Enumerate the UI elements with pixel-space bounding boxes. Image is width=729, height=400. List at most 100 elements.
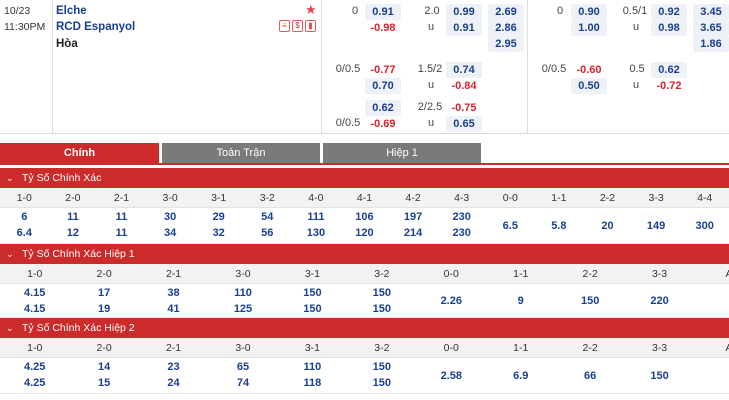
money-icon[interactable]: $	[292, 20, 303, 32]
h1-ou-line: 0.5	[629, 63, 645, 75]
h1-1x2-draw-odd[interactable]: 1.86	[693, 36, 729, 52]
star-icon[interactable]: ★	[305, 2, 317, 18]
score-odd[interactable]: 4.25	[0, 359, 69, 375]
section-header[interactable]: ⌄ Tỷ Số Chính Xác Hiệp 1	[0, 244, 729, 264]
score-odd[interactable]: 41	[139, 301, 208, 317]
ou-under-odd[interactable]: -0.84	[446, 78, 482, 94]
ou-over-odd[interactable]: 0.74	[446, 62, 482, 78]
tab-first-half[interactable]: Hiệp 1	[323, 143, 481, 163]
h1-hdp-away-odd[interactable]: 0.50	[571, 78, 607, 94]
score-odd[interactable]: 30	[146, 209, 195, 225]
score-odd[interactable]: 106	[340, 209, 389, 225]
score-odd[interactable]: 2.58	[417, 368, 486, 384]
score-odd[interactable]: 150	[278, 301, 347, 317]
score-odd[interactable]: 149	[632, 218, 681, 234]
score-odd[interactable]: 4.15	[0, 301, 69, 317]
score-odd[interactable]: 14	[69, 359, 138, 375]
score-odd[interactable]: 32	[194, 225, 243, 241]
score-odd[interactable]: 6.5	[486, 218, 535, 234]
score-odd[interactable]: 20	[583, 218, 632, 234]
score-odd[interactable]: 11	[49, 209, 98, 225]
score-odd[interactable]: 150	[278, 285, 347, 301]
chevron-down-icon[interactable]: ⌄	[6, 244, 14, 264]
ou-under-odd[interactable]: 0.91	[446, 20, 482, 36]
score-odd[interactable]: 17	[69, 285, 138, 301]
tab-main[interactable]: Chính	[0, 143, 159, 163]
h1-hdp-home-odd[interactable]: 0.90	[571, 4, 607, 20]
score-odd[interactable]: 15	[69, 375, 138, 391]
score-odd[interactable]: 130	[292, 225, 341, 241]
score-odd[interactable]: 110	[208, 285, 277, 301]
score-odd[interactable]: 110	[278, 359, 347, 375]
ou-under-odd[interactable]: 0.65	[446, 116, 482, 132]
score-odd[interactable]: 9	[486, 293, 555, 309]
score-odd[interactable]: 6	[0, 209, 49, 225]
stats-icon[interactable]: ≡	[279, 20, 290, 32]
hdp-away-odd[interactable]: -0.98	[365, 20, 401, 36]
score-odd[interactable]: 118	[278, 375, 347, 391]
chevron-down-icon[interactable]: ⌄	[6, 318, 14, 338]
1x2-draw-odd[interactable]: 2.95	[488, 36, 524, 52]
score-odd[interactable]: 56	[243, 225, 292, 241]
score-odd[interactable]: 111	[292, 209, 341, 225]
score-odd[interactable]: 230	[437, 209, 486, 225]
home-team[interactable]: Elche	[56, 5, 87, 17]
hdp-home-odd[interactable]: 0.91	[365, 4, 401, 20]
ou-over-odd[interactable]: 0.99	[446, 4, 482, 20]
section-header[interactable]: ⌄ Tỷ Số Chính Xác	[0, 168, 729, 188]
score-odd[interactable]: 54	[243, 209, 292, 225]
score-odd[interactable]: 125	[208, 301, 277, 317]
chevron-down-icon[interactable]: ⌄	[6, 168, 14, 188]
tab-full-match[interactable]: Toàn Trận	[162, 143, 320, 163]
h1-ou-over-odd[interactable]: 0.92	[651, 4, 687, 20]
hdp-away-odd[interactable]: -0.69	[365, 116, 401, 132]
score-odd[interactable]: 197	[389, 209, 438, 225]
score-odd[interactable]: 5.8	[535, 218, 584, 234]
score-odd[interactable]: 150	[625, 368, 694, 384]
hdp-home-odd[interactable]: -0.77	[365, 62, 401, 78]
1x2-away-odd[interactable]: 2.86	[488, 20, 524, 36]
score-odd[interactable]: 4.25	[0, 375, 69, 391]
h1-1x2-home-odd[interactable]: 3.45	[693, 4, 729, 20]
score-odd[interactable]: 11	[97, 225, 146, 241]
score-odd[interactable]: 120	[340, 225, 389, 241]
score-odd[interactable]: 24	[139, 375, 208, 391]
hdp-home-odd[interactable]: 0.62	[365, 100, 401, 116]
score-odd[interactable]: 6.4	[0, 225, 49, 241]
score-odd[interactable]: 150	[347, 375, 416, 391]
score-odd[interactable]: 11	[97, 209, 146, 225]
score-odd[interactable]: 23	[139, 359, 208, 375]
score-odd[interactable]: 66	[555, 368, 624, 384]
score-odd[interactable]: 34	[146, 225, 195, 241]
score-odd[interactable]: 4.15	[0, 285, 69, 301]
h1-1x2-away-odd[interactable]: 3.65	[693, 20, 729, 36]
h1-hdp-away-odd[interactable]: 1.00	[571, 20, 607, 36]
score-odd[interactable]: 150	[347, 285, 416, 301]
score-odd[interactable]: 150	[555, 293, 624, 309]
score-odd[interactable]: 150	[347, 359, 416, 375]
score-odd[interactable]: 65	[208, 359, 277, 375]
score-odd[interactable]: 300	[680, 218, 729, 234]
score-label: 4-0	[308, 192, 324, 204]
score-odd[interactable]: 38	[139, 285, 208, 301]
1x2-home-odd[interactable]: 2.69	[488, 4, 524, 20]
away-team[interactable]: RCD Espanyol	[56, 21, 135, 33]
h1-ou-under-odd[interactable]: -0.72	[651, 78, 687, 94]
hdp-away-odd[interactable]: 0.70	[365, 78, 401, 94]
score-odd[interactable]: 230	[437, 225, 486, 241]
section-header[interactable]: ⌄ Tỷ Số Chính Xác Hiệp 2	[0, 318, 729, 338]
chart-icon[interactable]: ▮	[305, 20, 316, 32]
score-odd[interactable]: 29	[194, 209, 243, 225]
score-odd[interactable]: 74	[208, 375, 277, 391]
h1-ou-under-odd[interactable]: 0.98	[651, 20, 687, 36]
h1-ou-over-odd[interactable]: 0.62	[651, 62, 687, 78]
score-odd[interactable]: 150	[347, 301, 416, 317]
score-odd[interactable]: 12	[49, 225, 98, 241]
ou-over-odd[interactable]: -0.75	[446, 100, 482, 116]
score-odd[interactable]: 6.9	[486, 368, 555, 384]
h1-hdp-home-odd[interactable]: -0.60	[571, 62, 607, 78]
score-odd[interactable]: 214	[389, 225, 438, 241]
score-odd[interactable]: 2.26	[417, 293, 486, 309]
score-odd[interactable]: 19	[69, 301, 138, 317]
score-odd[interactable]: 220	[625, 293, 694, 309]
